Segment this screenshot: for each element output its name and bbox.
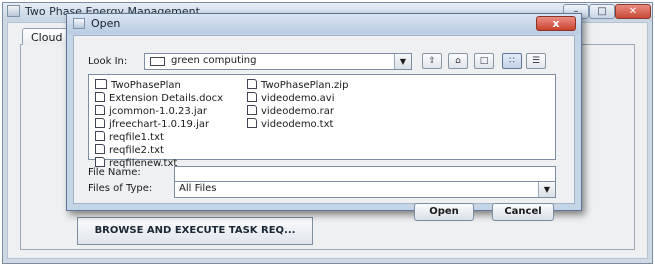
- file-icon: [95, 131, 105, 141]
- open-dialog: Open x Look In: green computing ▼ ⇧ ⌂ □ …: [66, 13, 582, 221]
- files-of-type-label: Files of Type:: [88, 183, 153, 194]
- file-icon: [247, 118, 257, 128]
- file-name: videodemo.txt: [261, 119, 334, 130]
- browse-execute-button[interactable]: BROWSE AND EXECUTE TASK REQ...: [77, 217, 313, 245]
- up-folder-button[interactable]: ⇧: [422, 53, 442, 69]
- file-name: jfreechart-1.0.19.jar: [109, 119, 210, 130]
- file-icon: [247, 105, 257, 115]
- dialog-close-button[interactable]: x: [536, 16, 576, 31]
- details-view-button[interactable]: ☰: [526, 53, 546, 69]
- dialog-body: Look In: green computing ▼ ⇧ ⌂ □ ∷ ☰ Two…: [73, 35, 575, 221]
- list-item[interactable]: reqfile2.txt: [95, 144, 164, 157]
- open-button[interactable]: Open: [414, 203, 474, 221]
- list-item[interactable]: TwoPhasePlan.zip: [247, 79, 348, 92]
- list-item[interactable]: videodemo.avi: [247, 92, 335, 105]
- file-name: jcommon-1.0.23.jar: [109, 106, 207, 117]
- list-item[interactable]: videodemo.txt: [247, 118, 333, 131]
- close-button[interactable]: ✕: [615, 4, 651, 19]
- files-of-type-combo[interactable]: All Files ▼: [174, 181, 556, 198]
- file-name: reqfile1.txt: [109, 132, 164, 143]
- list-item[interactable]: jfreechart-1.0.19.jar: [95, 118, 209, 131]
- chevron-down-icon[interactable]: ▼: [538, 182, 555, 197]
- list-item[interactable]: jcommon-1.0.23.jar: [95, 105, 207, 118]
- file-name: reqfile2.txt: [109, 145, 164, 156]
- look-in-label: Look In:: [88, 56, 128, 67]
- dialog-title-bar[interactable]: Open x: [67, 14, 581, 34]
- dialog-title: Open: [91, 17, 121, 30]
- file-icon: [247, 92, 257, 102]
- files-of-type-value: All Files: [179, 183, 217, 194]
- chevron-down-icon[interactable]: ▼: [394, 54, 411, 69]
- dialog-app-icon: [73, 18, 85, 29]
- list-view-button[interactable]: ∷: [502, 53, 522, 69]
- list-item[interactable]: reqfile1.txt: [95, 131, 164, 144]
- file-icon: [95, 92, 105, 102]
- file-icon: [95, 118, 105, 128]
- cancel-button[interactable]: Cancel: [492, 203, 554, 221]
- file-name: videodemo.avi: [261, 93, 335, 104]
- list-item[interactable]: videodemo.rar: [247, 105, 334, 118]
- home-button[interactable]: ⌂: [448, 53, 468, 69]
- folder-icon: [95, 79, 107, 89]
- file-name-field[interactable]: [174, 166, 556, 182]
- folder-icon: [150, 57, 165, 66]
- look-in-combo[interactable]: green computing ▼: [144, 53, 412, 70]
- file-name: TwoPhasePlan: [111, 80, 181, 91]
- maximize-button[interactable]: □: [589, 4, 615, 19]
- file-icon: [95, 157, 105, 167]
- list-item[interactable]: Extension Details.docx: [95, 92, 223, 105]
- file-name-label: File Name:: [88, 167, 141, 178]
- list-item[interactable]: TwoPhasePlan: [95, 79, 181, 92]
- file-icon: [247, 79, 257, 89]
- file-list[interactable]: TwoPhasePlan Extension Details.docx jcom…: [88, 74, 556, 169]
- file-name: Extension Details.docx: [109, 93, 223, 104]
- file-icon: [95, 105, 105, 115]
- new-folder-button[interactable]: □: [474, 53, 494, 69]
- file-name: TwoPhasePlan.zip: [261, 80, 349, 91]
- look-in-value: green computing: [171, 55, 257, 66]
- file-icon: [95, 144, 105, 154]
- file-name: videodemo.rar: [261, 106, 335, 117]
- app-icon: [7, 5, 20, 17]
